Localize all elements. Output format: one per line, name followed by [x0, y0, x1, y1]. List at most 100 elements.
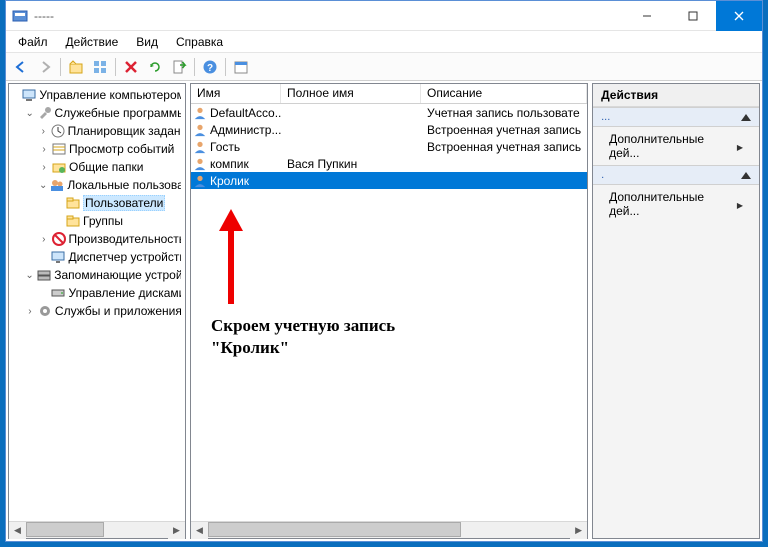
tree-node-device-manager[interactable]: Диспетчер устройств: [9, 248, 185, 266]
expander-icon[interactable]: ⌄: [23, 270, 36, 281]
tree-label: Управление дисками: [68, 286, 181, 300]
tree-label: Общие папки: [69, 160, 143, 174]
tree-node-system-tools[interactable]: ⌄ Служебные программы: [9, 104, 185, 122]
actions-more-item[interactable]: Дополнительные дей...: [593, 185, 759, 223]
list-header: Имя Полное имя Описание: [191, 84, 587, 104]
up-button[interactable]: [65, 56, 87, 78]
window-controls: [624, 1, 762, 31]
tree-label: Запоминающие устройс: [54, 268, 181, 282]
actions-more-item[interactable]: Дополнительные дей...: [593, 127, 759, 165]
user-name: Администр...: [210, 123, 281, 137]
scroll-track[interactable]: [26, 522, 168, 539]
expander-icon[interactable]: ›: [37, 162, 51, 173]
menubar: Файл Действие Вид Справка: [6, 31, 762, 53]
user-name: Кролик: [210, 174, 249, 188]
tree-label: Производительность: [69, 232, 181, 246]
tree-node-event-viewer[interactable]: › Просмотр событий: [9, 140, 185, 158]
tree-label: Управление компьютером (л: [39, 88, 181, 102]
menu-file[interactable]: Файл: [10, 33, 56, 51]
clock-icon: [50, 123, 66, 139]
disk-icon: [50, 285, 66, 301]
tree-node-scheduler[interactable]: › Планировщик заданий: [9, 122, 185, 140]
user-row[interactable]: Администр... Встроенная учетная запись: [191, 121, 587, 138]
actions-panel: Действия ... Дополнительные дей... . Доп…: [592, 83, 760, 539]
eventlog-icon: [51, 141, 67, 157]
menu-action[interactable]: Действие: [58, 33, 127, 51]
list-panel: Имя Полное имя Описание DefaultAcco...Уч…: [190, 83, 588, 539]
tree-label: Планировщик заданий: [68, 124, 181, 138]
body-panes: Управление компьютером (л ⌄ Служебные пр…: [6, 81, 762, 541]
tree-node-local-users[interactable]: ⌄ Локальные пользовате: [9, 176, 185, 194]
console-tree[interactable]: Управление компьютером (л ⌄ Служебные пр…: [9, 84, 185, 521]
toolbar-separator: [225, 58, 226, 76]
user-name: компик: [210, 157, 249, 171]
actions-group-header[interactable]: ...: [593, 107, 759, 127]
export-button[interactable]: [168, 56, 190, 78]
calendar-button[interactable]: [230, 56, 252, 78]
scroll-right-button[interactable]: ▶: [168, 522, 185, 539]
menu-view[interactable]: Вид: [128, 33, 166, 51]
column-description[interactable]: Описание: [421, 84, 587, 103]
help-button[interactable]: ?: [199, 56, 221, 78]
column-name[interactable]: Имя: [191, 84, 281, 103]
tree-node-performance[interactable]: › Производительность: [9, 230, 185, 248]
expander-icon[interactable]: ›: [37, 126, 50, 137]
mmc-window: ----- Файл Действие Вид Справка ?: [5, 0, 763, 542]
user-row[interactable]: DefaultAcco...Учетная запись пользовате: [191, 104, 587, 121]
user-description: Встроенная учетная запись: [427, 123, 581, 137]
close-button[interactable]: [716, 1, 762, 31]
tree-node-storage[interactable]: ⌄ Запоминающие устройс: [9, 266, 185, 284]
user-icon: [193, 123, 207, 137]
scroll-right-button[interactable]: ▶: [570, 522, 587, 539]
scroll-left-button[interactable]: ◀: [191, 522, 208, 539]
user-name: Гость: [210, 140, 240, 154]
expander-icon[interactable]: ⌄: [23, 108, 37, 119]
user-description: Встроенная учетная запись: [427, 140, 581, 154]
scroll-thumb[interactable]: [208, 522, 461, 537]
menu-help[interactable]: Справка: [168, 33, 231, 51]
user-icon: [193, 106, 207, 120]
scroll-track[interactable]: [208, 522, 570, 539]
tree-node-users[interactable]: Пользователи: [9, 194, 185, 212]
delete-button[interactable]: [120, 56, 142, 78]
tree-label: Локальные пользовате: [67, 178, 181, 192]
user-row[interactable]: компик Вася Пупкин: [191, 155, 587, 172]
tree-node-groups[interactable]: Группы: [9, 212, 185, 230]
user-icon: [193, 157, 207, 171]
scroll-left-button[interactable]: ◀: [9, 522, 26, 539]
user-fullname: Вася Пупкин: [287, 157, 357, 171]
tree-node-services[interactable]: › Службы и приложения: [9, 302, 185, 320]
expander-icon[interactable]: ⌄: [37, 180, 49, 191]
device-icon: [50, 249, 66, 265]
tree-hscrollbar[interactable]: ◀ ▶: [9, 521, 185, 538]
refresh-button[interactable]: [144, 56, 166, 78]
collapse-icon: [741, 114, 751, 121]
app-icon: [12, 8, 28, 24]
column-fullname[interactable]: Полное имя: [281, 84, 421, 103]
forward-button[interactable]: [34, 56, 56, 78]
user-list[interactable]: DefaultAcco...Учетная запись пользоватеА…: [191, 104, 587, 521]
toolbar: ?: [6, 53, 762, 81]
user-row[interactable]: Кролик: [191, 172, 587, 189]
chevron-right-icon: [737, 197, 743, 211]
expander-icon[interactable]: ›: [37, 144, 51, 155]
folder-icon: [65, 195, 81, 211]
list-hscrollbar[interactable]: ◀ ▶: [191, 521, 587, 538]
maximize-button[interactable]: [670, 1, 716, 31]
tree-node-shared-folders[interactable]: › Общие папки: [9, 158, 185, 176]
expander-icon[interactable]: ›: [23, 306, 37, 317]
minimize-button[interactable]: [624, 1, 670, 31]
user-row[interactable]: Гость Встроенная учетная запись: [191, 138, 587, 155]
grid-button[interactable]: [89, 56, 111, 78]
storage-icon: [36, 267, 52, 283]
tree-node-disk-management[interactable]: Управление дисками: [9, 284, 185, 302]
tree-node-root[interactable]: Управление компьютером (л: [9, 86, 185, 104]
tree-panel: Управление компьютером (л ⌄ Служебные пр…: [8, 83, 186, 539]
user-name: DefaultAcco...: [210, 106, 281, 120]
actions-group-label: ...: [601, 111, 610, 123]
scroll-thumb[interactable]: [26, 522, 104, 537]
back-button[interactable]: [10, 56, 32, 78]
actions-group-header[interactable]: .: [593, 165, 759, 185]
expander-icon[interactable]: ›: [37, 234, 51, 245]
user-icon: [193, 174, 207, 188]
